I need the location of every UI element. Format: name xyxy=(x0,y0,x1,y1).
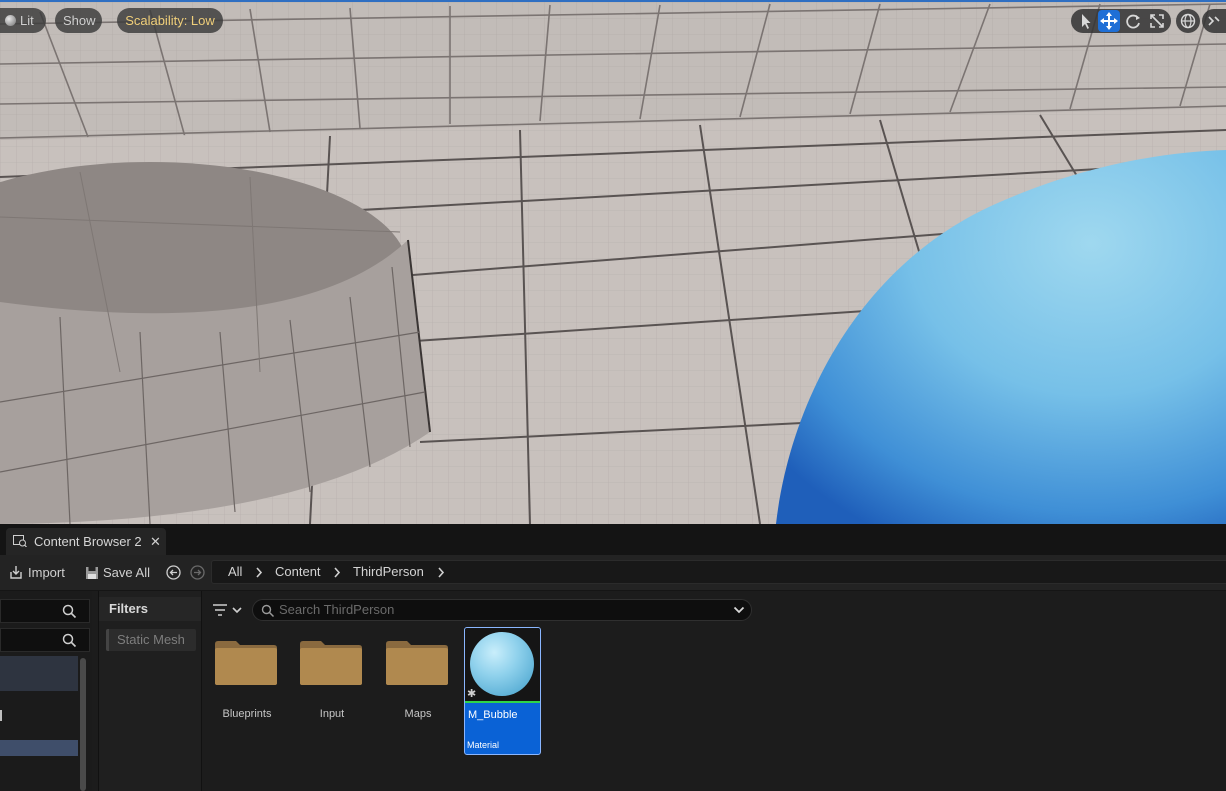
filters-panel: Filters Static Mesh xyxy=(98,591,202,791)
snap-icon[interactable] xyxy=(1202,9,1226,33)
rotate-icon[interactable] xyxy=(1122,10,1144,32)
tree-scrollbar[interactable] xyxy=(80,658,86,791)
viewport-scene xyxy=(0,2,1226,524)
search-placeholder: Search ThirdPerson xyxy=(279,602,395,617)
tree-item-selected[interactable] xyxy=(0,740,78,756)
folder-label: Maps xyxy=(404,708,432,720)
folder-icon xyxy=(386,641,448,685)
scalability-label: Scalability: Low xyxy=(125,13,215,28)
asset-view: Search ThirdPerson Blueprints Input Maps… xyxy=(202,591,1226,791)
scalability-button[interactable]: Scalability: Low xyxy=(117,8,223,33)
import-label: Import xyxy=(28,565,65,580)
search-icon xyxy=(62,633,77,648)
asset-type-color-bar xyxy=(465,701,540,703)
chevron-down-icon[interactable] xyxy=(733,605,745,615)
content-browser-toolbar: Import Save All All Content ThirdPerson xyxy=(0,555,1226,591)
search-icon xyxy=(62,604,77,619)
new-asset-icon: ✱ xyxy=(467,688,477,700)
import-button[interactable]: Import xyxy=(8,564,65,582)
chevron-right-icon[interactable] xyxy=(255,567,263,578)
breadcrumb: All Content ThirdPerson xyxy=(211,560,1226,584)
tree-item[interactable] xyxy=(0,656,78,691)
chevron-right-icon[interactable] xyxy=(437,567,445,578)
view-mode-label: Lit xyxy=(20,13,34,28)
folder-item[interactable]: Maps xyxy=(384,638,452,728)
view-mode-button[interactable]: Lit xyxy=(0,8,46,33)
content-browser-icon xyxy=(13,535,27,547)
breadcrumb-thirdperson[interactable]: ThirdPerson xyxy=(353,561,424,583)
breadcrumb-content[interactable]: Content xyxy=(275,561,321,583)
select-icon[interactable] xyxy=(1074,10,1096,32)
folder-tree-panel xyxy=(0,591,92,791)
translate-icon[interactable] xyxy=(1098,10,1120,32)
asset-search-input[interactable]: Search ThirdPerson xyxy=(252,599,752,621)
asset-thumbnail: ✱ xyxy=(465,628,540,701)
folder-label: Blueprints xyxy=(222,708,272,720)
world-local-icon[interactable] xyxy=(1176,9,1200,33)
level-viewport[interactable]: Lit Show Scalability: Low xyxy=(0,0,1226,524)
material-sphere-icon xyxy=(470,632,534,696)
tab-content-browser[interactable]: Content Browser 2 ✕ xyxy=(6,528,166,555)
show-label: Show xyxy=(63,13,96,28)
save-all-button[interactable]: Save All xyxy=(85,564,150,582)
save-all-label: Save All xyxy=(103,565,150,580)
back-arrow-icon[interactable] xyxy=(166,565,181,580)
tree-item[interactable] xyxy=(0,710,2,721)
tab-close-button[interactable]: ✕ xyxy=(150,528,161,555)
show-button[interactable]: Show xyxy=(55,8,102,33)
asset-name: M_Bubble xyxy=(468,709,518,721)
filters-header: Filters xyxy=(99,597,201,621)
folder-label: Input xyxy=(319,708,345,720)
search-icon xyxy=(261,604,275,618)
chevron-right-icon[interactable] xyxy=(333,567,341,578)
lit-sphere-icon xyxy=(5,15,16,26)
tab-label: Content Browser 2 xyxy=(34,534,142,549)
asset-tile-selected[interactable]: ✱ M_Bubble Material xyxy=(464,627,541,755)
tree-search-input[interactable] xyxy=(0,599,90,623)
tree-filter-input[interactable] xyxy=(0,628,90,652)
folder-item[interactable]: Input xyxy=(298,638,366,728)
save-all-icon xyxy=(86,567,98,579)
asset-type: Material xyxy=(467,740,500,750)
transform-toolbar xyxy=(1071,9,1171,33)
filter-dropdown-icon[interactable] xyxy=(211,601,243,619)
import-icon xyxy=(10,566,22,579)
forward-arrow-icon[interactable] xyxy=(190,565,205,580)
breadcrumb-all[interactable]: All xyxy=(228,561,242,583)
folder-icon xyxy=(215,641,277,685)
folder-icon xyxy=(300,641,362,685)
folder-item[interactable]: Blueprints xyxy=(213,638,281,728)
filter-chip-static-mesh[interactable]: Static Mesh xyxy=(106,629,196,651)
tab-strip: Content Browser 2 ✕ xyxy=(0,524,1226,555)
scale-icon[interactable] xyxy=(1146,10,1168,32)
content-browser: Content Browser 2 ✕ Import Save All All … xyxy=(0,524,1226,791)
